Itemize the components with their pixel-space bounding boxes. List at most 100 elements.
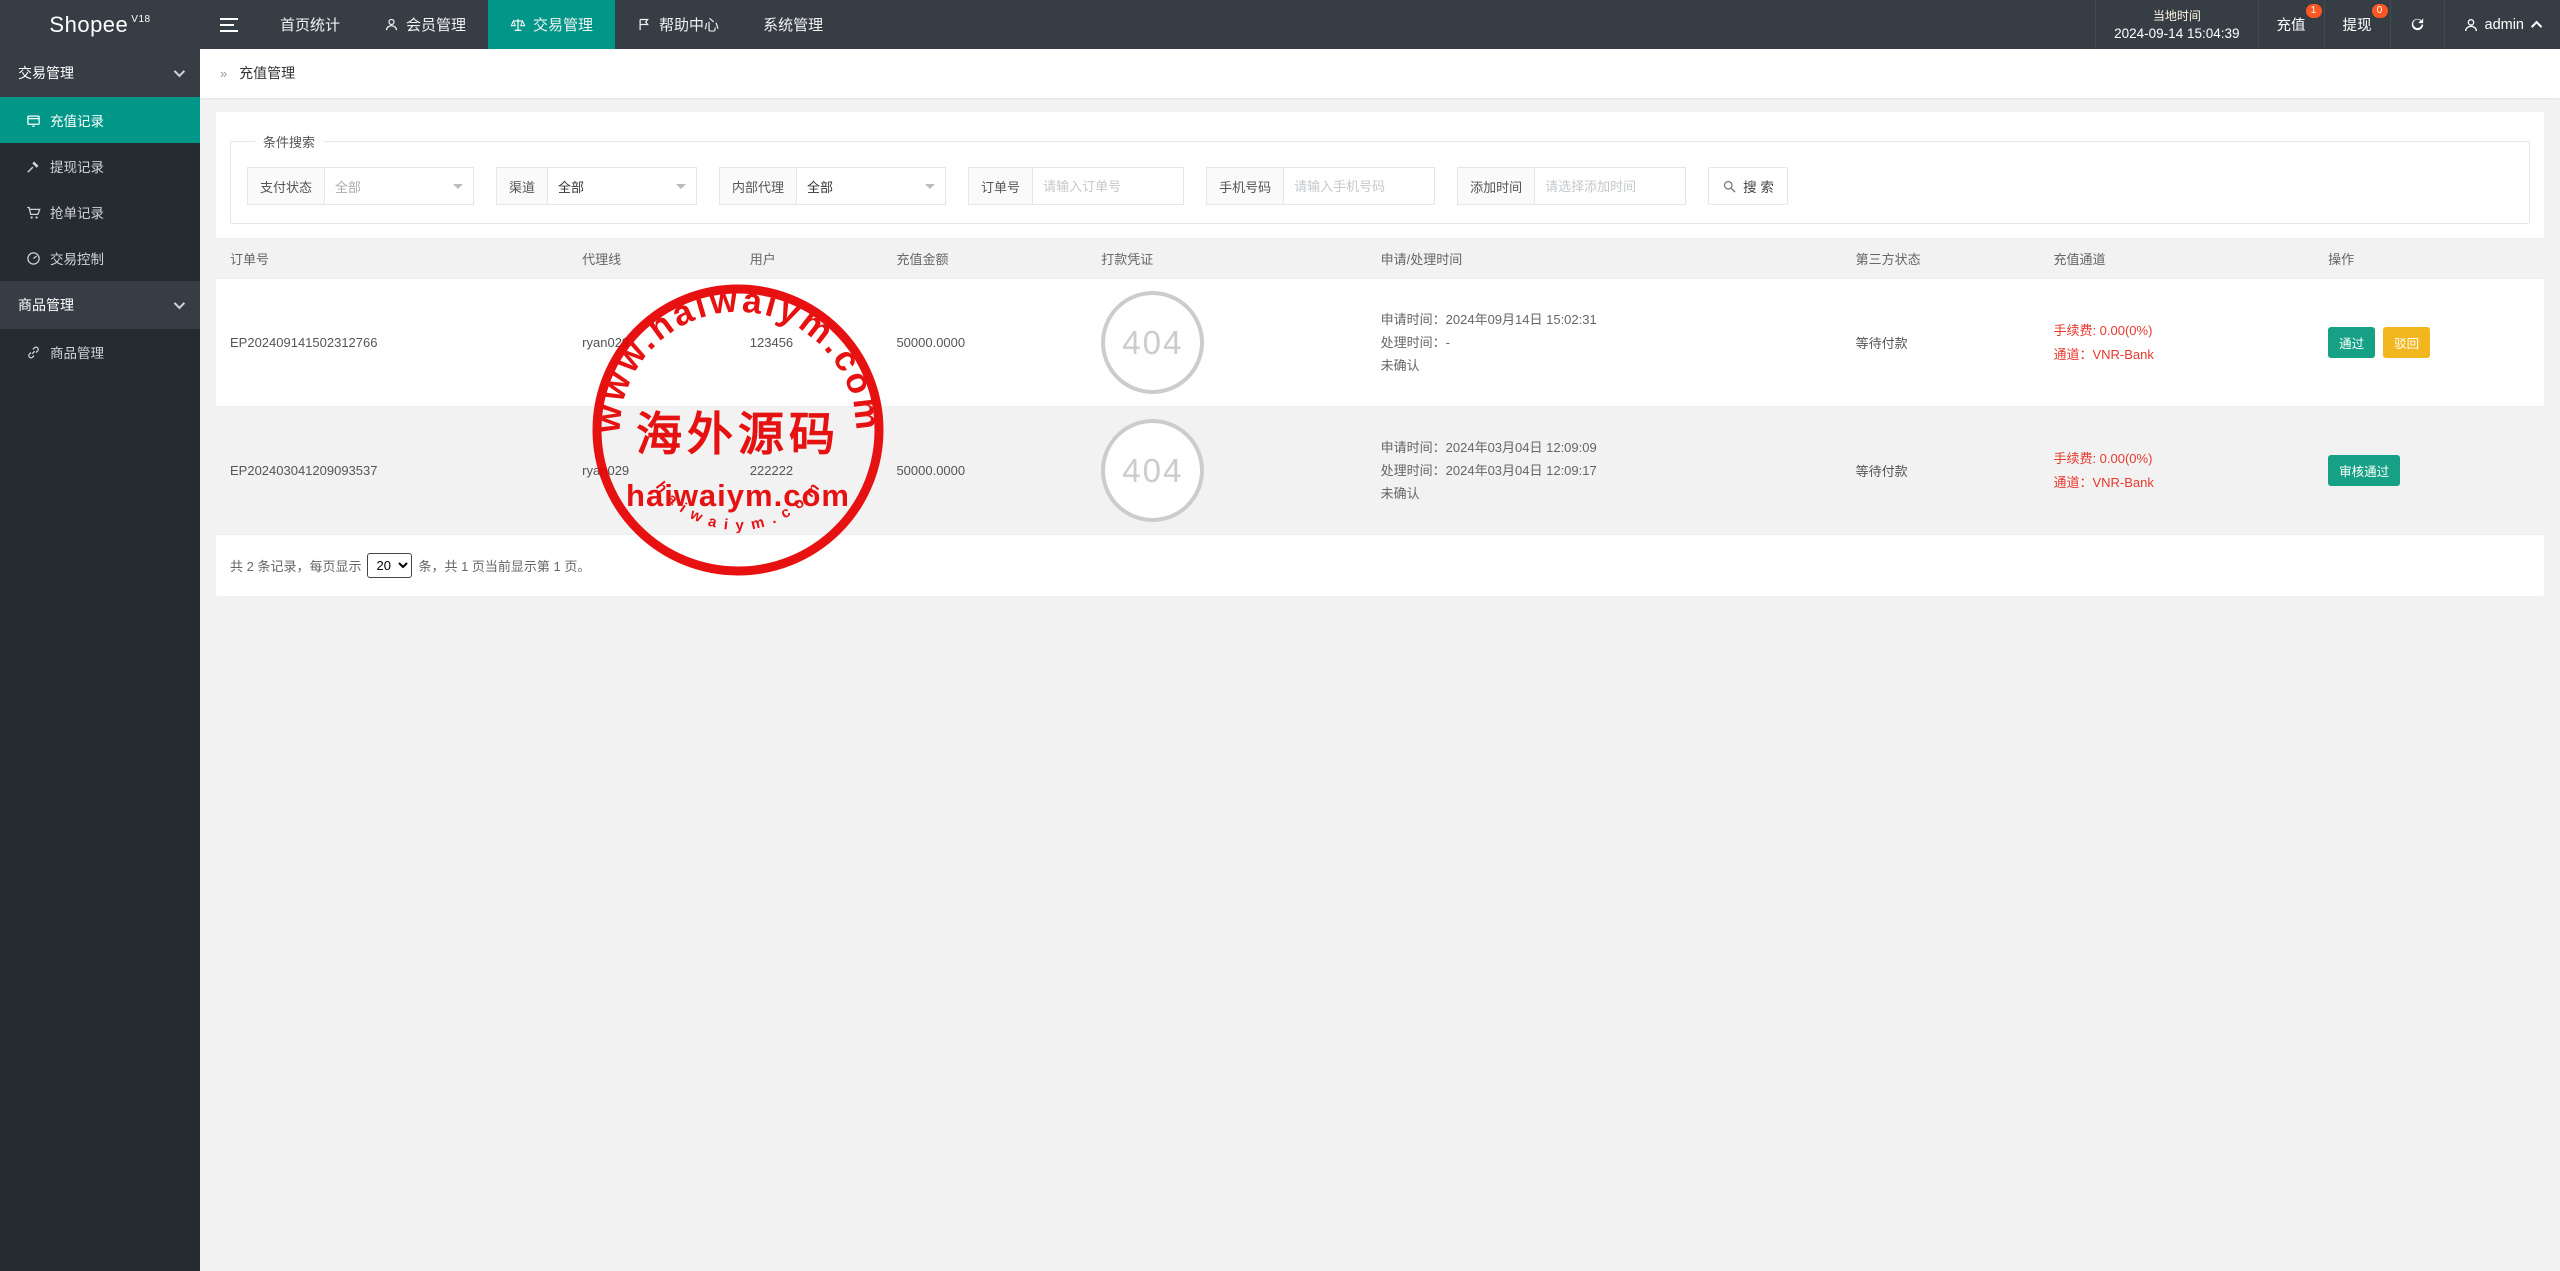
chevron-down-icon bbox=[174, 66, 185, 77]
filter-4: 手机号码 bbox=[1206, 167, 1435, 205]
voucher-404-image[interactable]: 404 bbox=[1101, 291, 1204, 394]
chevron-down-icon bbox=[174, 298, 185, 309]
link-icon bbox=[26, 345, 41, 360]
recharge-table: 订单号代理线用户充值金额打款凭证申请/处理时间第三方状态充值通道操作 EP202… bbox=[216, 238, 2544, 535]
top-nav-label: 帮助中心 bbox=[659, 14, 719, 35]
cell-order-no: EP202409141502312766 bbox=[216, 279, 572, 407]
sidebar-item-0-2[interactable]: 抢单记录 bbox=[0, 189, 200, 235]
filter-3: 订单号 bbox=[968, 167, 1184, 205]
hamburger-icon[interactable] bbox=[200, 0, 258, 49]
cell-user: 222222 bbox=[740, 407, 887, 535]
sidebar-item-label: 抢单记录 bbox=[50, 202, 104, 222]
voucher-404-text: 404 bbox=[1122, 324, 1183, 362]
sidebar-item-0-1[interactable]: 提现记录 bbox=[0, 143, 200, 189]
process-time: 处理时间：2024年03月04日 12:09:17 bbox=[1381, 459, 1836, 482]
content: 条件搜索 支付状态全部渠道全部内部代理全部订单号手机号码添加时间搜 索 订单号代… bbox=[200, 98, 2560, 610]
column-header: 打款凭证 bbox=[1091, 239, 1370, 279]
filter-input-4[interactable] bbox=[1283, 167, 1435, 205]
channel-text: 通道：VNR-Bank bbox=[2053, 343, 2308, 367]
filter-select-1[interactable]: 全部 bbox=[547, 167, 697, 205]
top-nav-item-2[interactable]: 交易管理 bbox=[488, 0, 615, 49]
confirm-status: 未确认 bbox=[1381, 482, 1836, 505]
search-legend: 条件搜索 bbox=[255, 132, 323, 151]
cart-icon bbox=[26, 205, 41, 220]
app-root: Shopee V18 首页统计会员管理交易管理帮助中心系统管理 当地时间 202… bbox=[0, 0, 2560, 1271]
recharge-label: 充值 bbox=[2277, 14, 2306, 35]
gauge-icon bbox=[26, 251, 41, 266]
user-icon bbox=[2463, 17, 2479, 33]
filter-5: 添加时间 bbox=[1457, 167, 1686, 205]
filter-2: 内部代理全部 bbox=[719, 167, 946, 205]
cell-times: 申请时间：2024年09月14日 15:02:31处理时间：-未确认 bbox=[1371, 279, 1846, 407]
sidebar-group-label: 商品管理 bbox=[18, 295, 74, 315]
search-button[interactable]: 搜 索 bbox=[1708, 167, 1788, 205]
gavel-icon bbox=[26, 159, 41, 174]
column-header: 充值金额 bbox=[886, 239, 1091, 279]
confirm-status: 未确认 bbox=[1381, 354, 1836, 377]
process-time: 处理时间：- bbox=[1381, 331, 1836, 354]
column-header: 充值通道 bbox=[2043, 239, 2318, 279]
sidebar-item-0-3[interactable]: 交易控制 bbox=[0, 235, 200, 281]
recharge-badge: 1 bbox=[2306, 4, 2322, 18]
pagination-prefix: 共 2 条记录，每页显示 bbox=[230, 556, 361, 575]
search-icon bbox=[1722, 179, 1737, 194]
top-nav-item-1[interactable]: 会员管理 bbox=[362, 0, 488, 49]
apply-time: 申请时间：2024年03月04日 12:09:09 bbox=[1381, 436, 1836, 459]
sidebar-item-label: 商品管理 bbox=[50, 342, 104, 362]
filter-select-0[interactable]: 全部 bbox=[324, 167, 474, 205]
flag-icon bbox=[637, 17, 652, 32]
withdraw-label: 提现 bbox=[2343, 14, 2372, 35]
page-title: 充值管理 bbox=[239, 65, 295, 81]
column-header: 第三方状态 bbox=[1846, 239, 2044, 279]
admin-menu[interactable]: admin bbox=[2444, 0, 2560, 49]
top-navigation: 首页统计会员管理交易管理 帮助中心 系统管理 bbox=[258, 0, 845, 49]
admin-username: admin bbox=[2485, 17, 2525, 33]
logo-version: V18 bbox=[131, 14, 150, 25]
sidebar-item-label: 充值记录 bbox=[50, 110, 104, 130]
filter-1: 渠道全部 bbox=[496, 167, 697, 205]
apply-time: 申请时间：2024年09月14日 15:02:31 bbox=[1381, 308, 1836, 331]
top-nav-item-4[interactable]: 系统管理 bbox=[741, 0, 845, 49]
column-header: 代理线 bbox=[572, 239, 740, 279]
cell-third-status: 等待付款 bbox=[1846, 407, 2044, 535]
filter-label: 内部代理 bbox=[719, 167, 796, 205]
filter-select-2[interactable]: 全部 bbox=[796, 167, 946, 205]
cell-amount: 50000.0000 bbox=[886, 279, 1091, 407]
sidebar-item-1-0[interactable]: 商品管理 bbox=[0, 329, 200, 375]
reject-button[interactable]: 驳回 bbox=[2383, 327, 2430, 358]
recharge-notice-link[interactable]: 充值 1 bbox=[2258, 0, 2324, 49]
cell-user: 123456 bbox=[740, 279, 887, 407]
withdraw-badge: 0 bbox=[2372, 4, 2388, 18]
filter-label: 手机号码 bbox=[1206, 167, 1283, 205]
refresh-button[interactable] bbox=[2390, 0, 2444, 49]
approve-button[interactable]: 通过 bbox=[2328, 327, 2375, 358]
search-form-row: 支付状态全部渠道全部内部代理全部订单号手机号码添加时间搜 索 bbox=[247, 167, 2513, 205]
top-nav-item-0[interactable]: 首页统计 bbox=[258, 0, 362, 49]
filter-label: 订单号 bbox=[968, 167, 1032, 205]
filter-label: 支付状态 bbox=[247, 167, 324, 205]
page-size-select[interactable]: 20 bbox=[367, 553, 412, 578]
topbar: Shopee V18 首页统计会员管理交易管理帮助中心系统管理 当地时间 202… bbox=[0, 0, 2560, 49]
cell-times: 申请时间：2024年03月04日 12:09:09处理时间：2024年03月04… bbox=[1371, 407, 1846, 535]
column-header: 申请/处理时间 bbox=[1371, 239, 1846, 279]
cell-channel: 手续费: 0.00(0%)通道：VNR-Bank bbox=[2043, 407, 2318, 535]
sidebar-group-0[interactable]: 交易管理 bbox=[0, 49, 200, 97]
main-area: » 充值管理 条件搜索 支付状态全部渠道全部内部代理全部订单号手机号码添加时间搜… bbox=[200, 49, 2560, 1271]
cell-agent: ryan029 bbox=[572, 407, 740, 535]
table-row: EP202403041209093537ryan02922222250000.0… bbox=[216, 407, 2544, 535]
fee-text: 手续费: 0.00(0%) bbox=[2053, 319, 2308, 343]
column-header: 用户 bbox=[740, 239, 887, 279]
breadcrumb: » 充值管理 bbox=[200, 49, 2560, 98]
table-header-row: 订单号代理线用户充值金额打款凭证申请/处理时间第三方状态充值通道操作 bbox=[216, 239, 2544, 279]
breadcrumb-prefix: » bbox=[220, 66, 227, 81]
audit-approve-button[interactable]: 审核通过 bbox=[2328, 455, 2400, 486]
voucher-404-image[interactable]: 404 bbox=[1101, 419, 1204, 522]
sidebar-group-1[interactable]: 商品管理 bbox=[0, 281, 200, 329]
filter-input-3[interactable] bbox=[1032, 167, 1184, 205]
logo-text: Shopee bbox=[49, 12, 128, 38]
withdraw-notice-link[interactable]: 提现 0 bbox=[2324, 0, 2390, 49]
filter-input-5[interactable] bbox=[1534, 167, 1686, 205]
sidebar-item-0-0[interactable]: 充值记录 bbox=[0, 97, 200, 143]
top-nav-item-3[interactable]: 帮助中心 bbox=[615, 0, 741, 49]
channel-text: 通道：VNR-Bank bbox=[2053, 471, 2308, 495]
